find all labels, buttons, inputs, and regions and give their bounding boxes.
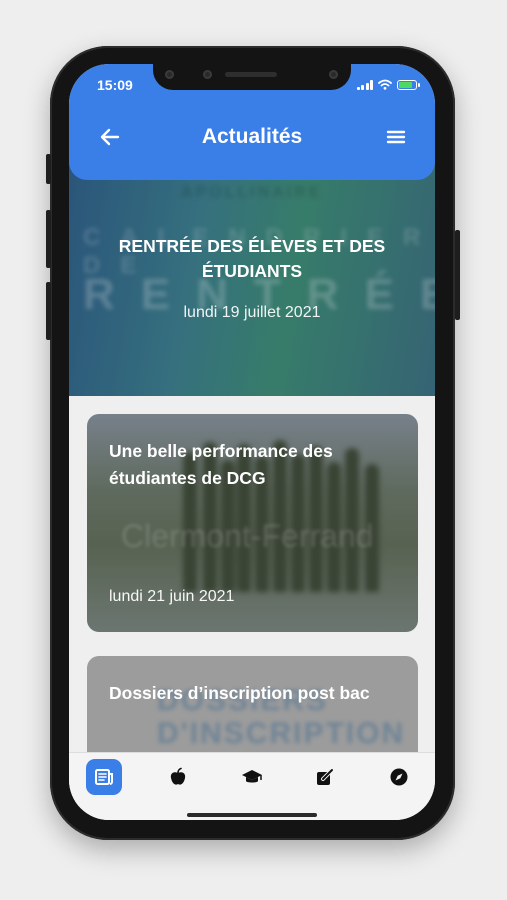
edit-note-icon [317, 768, 334, 785]
featured-news-card[interactable]: APOLLINAIRE CALENDRIER DE RENTRÉE RENTRÉ… [69, 154, 435, 396]
hamburger-menu-icon [386, 130, 406, 144]
battery-charging-icon [397, 79, 420, 90]
tab-news[interactable] [86, 759, 122, 795]
device-notch [153, 64, 351, 90]
news-card[interactable]: Clermont-Ferrand Une belle performance d… [87, 414, 418, 632]
home-indicator[interactable] [187, 813, 317, 817]
status-time: 15:09 [97, 77, 133, 93]
apple-icon [170, 767, 186, 785]
news-card-date: lundi 21 juin 2021 [109, 588, 235, 605]
volume-down-button [46, 282, 51, 340]
app-header: 15:09 Actualités [69, 64, 435, 180]
featured-news-date: lundi 19 juillet 2021 [183, 304, 321, 321]
cellular-signal-icon [356, 79, 373, 90]
app-screen: APOLLINAIRE CALENDRIER DE RENTRÉE RENTRÉ… [69, 64, 435, 820]
status-icons [356, 79, 420, 90]
bottom-tab-bar [69, 752, 435, 820]
graduation-cap-icon [242, 770, 262, 783]
news-card-title: Une belle performance des étudiantes de … [109, 441, 333, 489]
page-title: Actualités [201, 125, 303, 148]
news-card-title: Dossiers d’inscription post bac [109, 683, 370, 703]
tab-apple[interactable] [160, 759, 196, 795]
compass-icon [390, 768, 408, 786]
tab-notes[interactable] [307, 759, 343, 795]
tab-education[interactable] [234, 759, 270, 795]
volume-up-button [46, 210, 51, 268]
newspaper-icon [95, 769, 113, 785]
tab-explore[interactable] [381, 759, 417, 795]
wifi-icon [378, 79, 392, 90]
power-button [455, 230, 460, 320]
featured-news-title: RENTRÉE DES ÉLÈVES ET DES ÉTUDIANTS [118, 236, 386, 282]
menu-button[interactable] [383, 124, 409, 150]
news-card[interactable]: DOSSIERS D'INSCRIPTION Dossiers d’inscrip… [87, 656, 418, 752]
mute-switch [46, 154, 51, 184]
